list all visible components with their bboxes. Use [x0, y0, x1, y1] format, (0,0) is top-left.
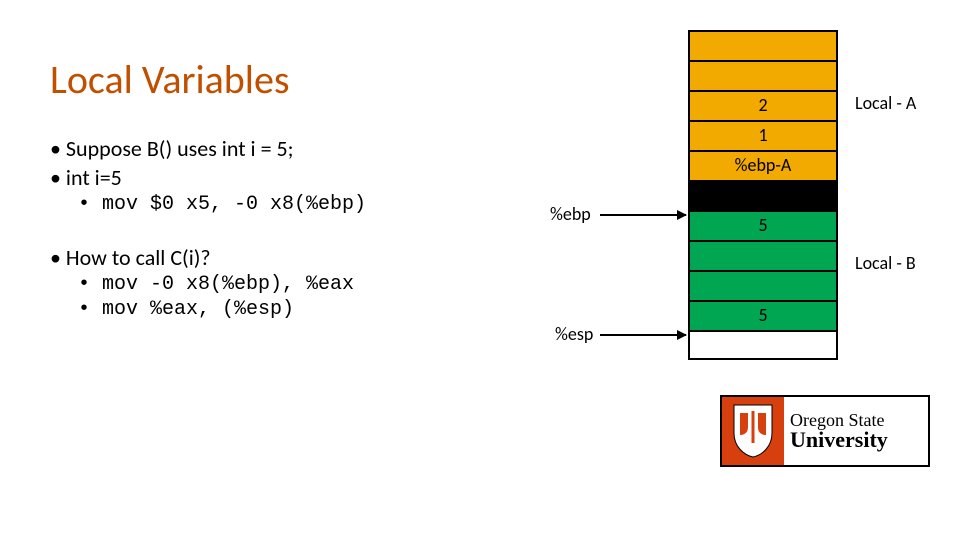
stack-cell	[688, 30, 838, 60]
stack-cell	[688, 330, 838, 360]
bullet-how-call: • How to call C(i)?	[50, 244, 366, 271]
slide-title: Local Variables	[50, 55, 290, 104]
stack-cell	[688, 240, 838, 270]
label-local-a: Local - A	[855, 92, 916, 114]
code-mov-store: • mov $0 x5, -0 x8(%ebp)	[78, 193, 366, 216]
stack-cell: 2	[688, 90, 838, 120]
stack-cell	[688, 270, 838, 300]
bullet-suppose: • Suppose B() uses int i = 5;	[50, 135, 366, 162]
stack-cell	[688, 60, 838, 90]
stack-cell: 1	[688, 120, 838, 150]
arrow-esp	[600, 334, 686, 336]
osu-line2: University	[790, 429, 922, 451]
arrow-ebp	[600, 214, 686, 216]
bullet-int-i: • int i=5	[50, 164, 366, 191]
code-mov-push: • mov %eax, (%esp)	[78, 298, 366, 321]
osu-shield-icon	[722, 397, 784, 465]
stack-cell-arg5: 5	[688, 300, 838, 330]
pointer-label-esp: %esp	[555, 323, 593, 345]
content-bullets: • Suppose B() uses int i = 5; • int i=5 …	[50, 135, 366, 323]
stack-cell-local5: 5	[688, 210, 838, 240]
code-mov-load: • mov -0 x8(%ebp), %eax	[78, 273, 366, 296]
osu-logo: Oregon State University	[720, 395, 930, 467]
stack-diagram: 2 1 %ebp-A 5 5	[688, 30, 838, 360]
label-local-b: Local - B	[855, 252, 916, 274]
stack-cell	[688, 180, 838, 210]
osu-logo-text: Oregon State University	[784, 397, 928, 465]
stack-cell-ebpA: %ebp-A	[688, 150, 838, 180]
pointer-label-ebp: %ebp	[550, 203, 591, 225]
